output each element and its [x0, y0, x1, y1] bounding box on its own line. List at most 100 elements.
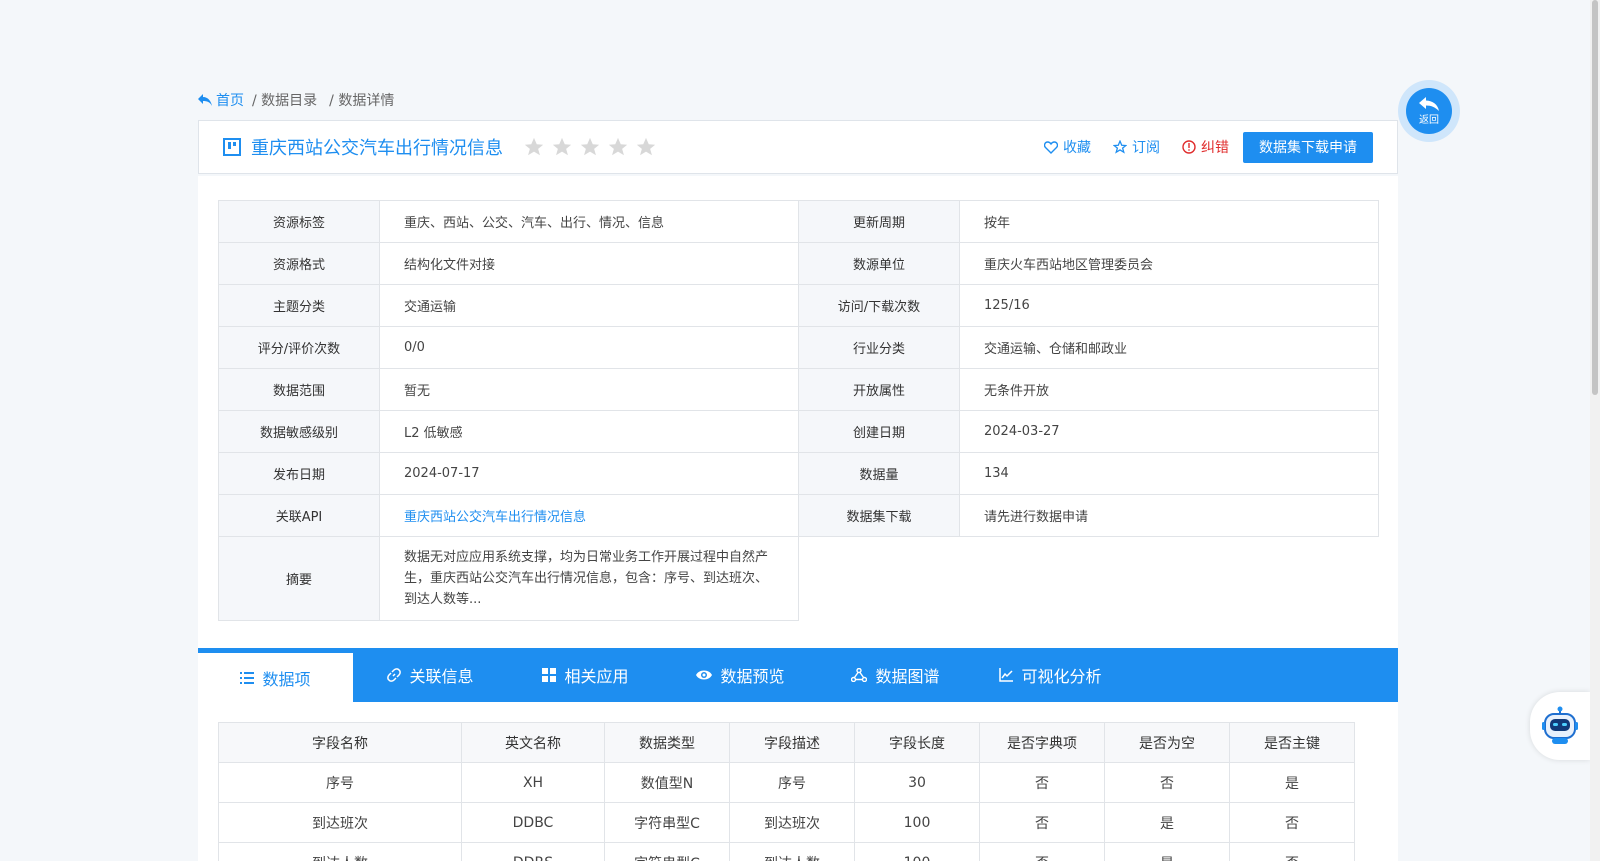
eye-icon [696, 670, 713, 680]
column-header: 字段名称 [218, 722, 462, 763]
table-cell: 否 [1104, 762, 1230, 803]
star-icon[interactable] [607, 136, 629, 158]
info-value: 2024-03-27 [959, 410, 1379, 453]
table-cell: 否 [979, 842, 1105, 861]
column-header: 字段长度 [854, 722, 980, 763]
graph-icon [851, 668, 868, 682]
star-icon[interactable] [523, 136, 545, 158]
tab-data-items[interactable]: 数据项 [198, 648, 353, 702]
info-row: 关联API 重庆西站公交汽车出行情况信息 数据集下载 请先进行数据申请 [218, 494, 1379, 537]
breadcrumb-home-label: 首页 [216, 93, 244, 109]
table-cell: 100 [854, 802, 980, 843]
info-row: 数据敏感级别 L2 低敏感 创建日期 2024-03-27 [218, 410, 1379, 453]
table-cell: 序号 [729, 762, 855, 803]
column-header: 字段描述 [729, 722, 855, 763]
tab-label: 相关应用 [564, 667, 629, 686]
info-value: 重庆火车西站地区管理委员会 [959, 242, 1379, 285]
tab-visual-analysis[interactable]: 可视化分析 [973, 648, 1128, 702]
info-label: 数据量 [798, 452, 960, 495]
assistant-robot-button[interactable] [1530, 692, 1590, 760]
tab-data-graph[interactable]: 数据图谱 [818, 648, 973, 702]
favorite-label: 收藏 [1063, 140, 1091, 156]
info-value: 0/0 [379, 326, 799, 369]
breadcrumb-home[interactable]: 首页 [198, 90, 244, 110]
star-outline-icon [1113, 140, 1127, 154]
tab-label: 数据项 [262, 669, 311, 689]
star-icon[interactable] [551, 136, 573, 158]
info-label: 数源单位 [798, 242, 960, 285]
info-label: 数据范围 [218, 368, 380, 411]
page-title: 重庆西站公交汽车出行情况信息 [251, 138, 503, 159]
star-icon[interactable] [635, 136, 657, 158]
info-value: 重庆、西站、公交、汽车、出行、情况、信息 [379, 200, 799, 243]
robot-icon [1542, 706, 1578, 744]
summary-value: 数据无对应应用系统支撑，均为日常业务工作开展过程中自然产生，重庆西站公交汽车出行… [379, 536, 799, 621]
table-cell: 否 [979, 762, 1105, 803]
table-cell: 是 [1104, 802, 1230, 843]
table-cell: XH [461, 762, 605, 803]
table-cell: 序号 [218, 762, 462, 803]
subscribe-button[interactable]: 订阅 [1113, 137, 1160, 157]
column-header: 英文名称 [461, 722, 605, 763]
heart-icon [1044, 140, 1058, 154]
column-header: 是否字典项 [979, 722, 1105, 763]
scrollbar-thumb[interactable] [1592, 0, 1598, 395]
info-value: 暂无 [379, 368, 799, 411]
summary-row: 摘要 数据无对应应用系统支撑，均为日常业务工作开展过程中自然产生，重庆西站公交汽车… [218, 536, 1379, 621]
column-header: 是否为空 [1104, 722, 1230, 763]
related-api-link[interactable]: 重庆西站公交汽车出行情况信息 [404, 510, 586, 525]
table-cell: 否 [1229, 802, 1355, 843]
info-value: 134 [959, 452, 1379, 495]
report-error-label: 纠错 [1201, 140, 1229, 156]
download-apply-button[interactable]: 数据集下载申请 [1243, 131, 1373, 163]
info-value: 125/16 [959, 284, 1379, 327]
table-cell: 到达人数 [729, 842, 855, 861]
info-label: 关联API [218, 494, 380, 537]
table-cell: 到达班次 [218, 802, 462, 843]
table-cell: 字符串型C [604, 842, 730, 861]
report-error-button[interactable]: 纠错 [1182, 137, 1229, 157]
link-icon [387, 668, 402, 682]
table-cell: 数值型N [604, 762, 730, 803]
back-button[interactable]: 返回 [1398, 80, 1460, 142]
info-value: 2024-07-17 [379, 452, 799, 495]
back-button-inner: 返回 [1406, 88, 1452, 134]
info-value: 请先进行数据申请 [959, 494, 1379, 537]
info-value: 交通运输、仓储和邮政业 [959, 326, 1379, 369]
table-cell: 否 [1229, 842, 1355, 861]
star-icon[interactable] [579, 136, 601, 158]
info-row: 资源格式 结构化文件对接 数源单位 重庆火车西站地区管理委员会 [218, 242, 1379, 285]
dataset-icon [223, 138, 241, 156]
tab-label: 关联信息 [409, 667, 474, 686]
title-bar: 重庆西站公交汽车出行情况信息 收藏 订阅 纠错 数据集下载申请 [198, 120, 1398, 174]
tab-related-info[interactable]: 关联信息 [353, 648, 508, 702]
info-label: 创建日期 [798, 410, 960, 453]
tab-bar: 数据项 关联信息 相关应用 数据预览 数据图谱 可视化分析 [198, 648, 1398, 702]
info-label: 更新周期 [798, 200, 960, 243]
summary-label: 摘要 [218, 536, 380, 621]
table-cell: 字符串型C [604, 802, 730, 843]
info-value: 无条件开放 [959, 368, 1379, 411]
info-label: 数据集下载 [798, 494, 960, 537]
table-cell: 是 [1104, 842, 1230, 861]
back-label: 返回 [1419, 114, 1439, 126]
tab-data-preview[interactable]: 数据预览 [663, 648, 818, 702]
info-value: 重庆西站公交汽车出行情况信息 [379, 494, 799, 537]
tab-label: 数据预览 [720, 667, 785, 686]
info-label: 资源标签 [218, 200, 380, 243]
table-cell: 30 [854, 762, 980, 803]
table-cell: 否 [979, 802, 1105, 843]
tab-label: 数据图谱 [875, 667, 940, 686]
info-value: 交通运输 [379, 284, 799, 327]
rating-stars[interactable] [523, 136, 663, 158]
tab-related-apps[interactable]: 相关应用 [508, 648, 663, 702]
field-table: 字段名称 英文名称 数据类型 字段描述 字段长度 是否字典项 是否为空 是否主键 序号 XH 数值… [218, 722, 1355, 861]
info-label: 发布日期 [218, 452, 380, 495]
back-arrow-icon [1419, 96, 1439, 111]
favorite-button[interactable]: 收藏 [1044, 137, 1091, 157]
breadcrumb-catalog[interactable]: / 数据目录 [252, 90, 317, 110]
table-cell: 是 [1229, 762, 1355, 803]
info-row: 数据范围 暂无 开放属性 无条件开放 [218, 368, 1379, 411]
info-label: 行业分类 [798, 326, 960, 369]
page-scrollbar[interactable] [1590, 0, 1600, 861]
